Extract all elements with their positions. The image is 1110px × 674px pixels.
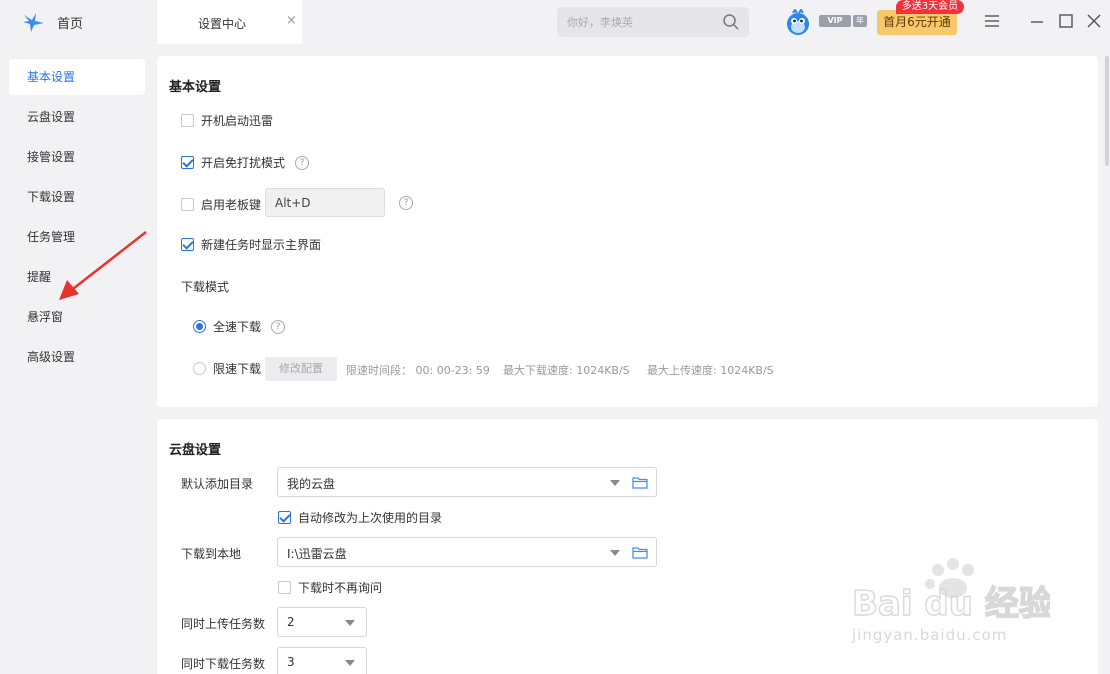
show-main-option[interactable]: 新建任务时显示主界面: [181, 236, 321, 253]
upload-count-select[interactable]: 2: [277, 607, 367, 637]
menu-icon[interactable]: [983, 12, 1001, 30]
search-box[interactable]: [557, 7, 749, 37]
sidebar-item-cloud[interactable]: 云盘设置: [9, 99, 145, 135]
chevron-down-icon[interactable]: [610, 550, 620, 556]
dnd-checkbox[interactable]: [181, 156, 194, 169]
modify-config-button[interactable]: 修改配置: [265, 357, 337, 381]
show-main-checkbox[interactable]: [181, 238, 194, 251]
download-mode-title: 下载模式: [181, 280, 230, 294]
help-icon[interactable]: ?: [399, 196, 413, 210]
limited-option[interactable]: 限速下载: [193, 360, 261, 377]
chevron-down-icon[interactable]: [345, 660, 355, 666]
scrollbar[interactable]: [1104, 56, 1110, 674]
watermark-url: jingyan.baidu.com: [852, 626, 1008, 644]
default-dir-select[interactable]: 我的云盘: [277, 467, 657, 497]
full-speed-radio[interactable]: [193, 320, 206, 333]
dnd-option[interactable]: 开启免打扰模式 ?: [181, 154, 310, 171]
settings-sidebar: 基本设置 云盘设置 接管设置 下载设置 任务管理 提醒 悬浮窗 高级设置: [0, 44, 157, 674]
folder-icon[interactable]: [632, 546, 648, 559]
autostart-label: 开机启动迅雷: [201, 114, 274, 128]
limited-radio[interactable]: [193, 362, 206, 375]
auto-modify-option[interactable]: 自动修改为上次使用的目录: [278, 509, 442, 526]
scrollbar-thumb[interactable]: [1105, 56, 1109, 166]
tab-label: 设置中心: [198, 17, 247, 31]
default-dir-value: 我的云盘: [287, 477, 336, 491]
sidebar-item-floating-window[interactable]: 悬浮窗: [9, 299, 145, 335]
download-count-select[interactable]: 3: [277, 647, 367, 674]
download-count-label: 同时下载任务数: [181, 657, 266, 671]
close-window-icon[interactable]: [1085, 12, 1103, 30]
boss-key-input[interactable]: [265, 188, 385, 217]
thunder-logo-icon: [23, 13, 44, 32]
sidebar-item-advanced[interactable]: 高级设置: [9, 339, 145, 375]
tab-settings-center[interactable]: 设置中心 ×: [157, 0, 302, 44]
no-ask-label: 下载时不再询问: [298, 581, 383, 595]
default-dir-label: 默认添加目录: [181, 477, 254, 491]
sidebar-item-basic[interactable]: 基本设置: [9, 59, 145, 95]
basic-settings-card: 基本设置: [157, 56, 1098, 407]
minimize-icon[interactable]: [1028, 12, 1046, 30]
limited-label: 限速下载: [213, 362, 262, 376]
year-badge: 年: [853, 15, 867, 27]
maximize-icon[interactable]: [1057, 12, 1075, 30]
upload-count-value: 2: [287, 615, 295, 629]
sidebar-item-download[interactable]: 下载设置: [9, 179, 145, 215]
help-icon[interactable]: ?: [295, 155, 310, 170]
full-speed-label: 全速下载: [213, 320, 262, 334]
local-dir-label: 下载到本地: [181, 547, 242, 561]
help-icon[interactable]: ?: [271, 319, 286, 334]
no-ask-option[interactable]: 下载时不再询问: [278, 579, 382, 596]
search-icon[interactable]: [722, 13, 740, 31]
watermark-brand: Bai du 经验: [852, 584, 1050, 624]
home-tab[interactable]: 首页: [0, 0, 157, 44]
autostart-option[interactable]: 开机启动迅雷: [181, 112, 273, 129]
download-count-value: 3: [287, 655, 295, 669]
close-icon[interactable]: ×: [286, 13, 297, 28]
boss-key-label: 启用老板键: [201, 198, 262, 212]
local-dir-value: I:\迅雷云盘: [287, 547, 347, 561]
local-dir-select[interactable]: I:\迅雷云盘: [277, 537, 657, 567]
vip-badge: VIP: [819, 15, 851, 27]
folder-icon[interactable]: [632, 476, 648, 489]
search-input[interactable]: [567, 13, 717, 31]
show-main-label: 新建任务时显示主界面: [201, 238, 322, 252]
section-title: 云盘设置: [169, 443, 222, 458]
full-speed-option[interactable]: 全速下载 ?: [193, 318, 286, 335]
dnd-label: 开启免打扰模式: [201, 156, 286, 170]
boss-key-help: ?: [389, 196, 413, 210]
max-download-speed: 最大下载速度: 1024KB/S: [503, 364, 630, 377]
autostart-checkbox[interactable]: [181, 114, 194, 127]
vip-label: VIP: [827, 16, 843, 25]
promo-badge: 多送3天会员: [896, 0, 964, 14]
avatar[interactable]: [785, 9, 811, 36]
boss-key-option[interactable]: 启用老板键: [181, 196, 261, 213]
title-bar: 首页 设置中心 × VIP 年 首月6元开通 多送3天会员: [0, 0, 1110, 44]
boss-key-checkbox[interactable]: [181, 198, 194, 211]
upload-count-label: 同时上传任务数: [181, 617, 266, 631]
annotation-arrow-icon: [59, 231, 147, 300]
section-title: 基本设置: [169, 80, 222, 95]
max-upload-speed: 最大上传速度: 1024KB/S: [647, 364, 774, 377]
auto-modify-label: 自动修改为上次使用的目录: [298, 511, 443, 525]
home-label: 首页: [57, 17, 84, 32]
limit-time: 限速时间段： 00: 00-23: 59: [346, 364, 490, 377]
chevron-down-icon[interactable]: [345, 620, 355, 626]
sidebar-item-takeover[interactable]: 接管设置: [9, 139, 145, 175]
chevron-down-icon[interactable]: [610, 480, 620, 486]
no-ask-checkbox[interactable]: [278, 581, 291, 594]
auto-modify-checkbox[interactable]: [278, 511, 291, 524]
